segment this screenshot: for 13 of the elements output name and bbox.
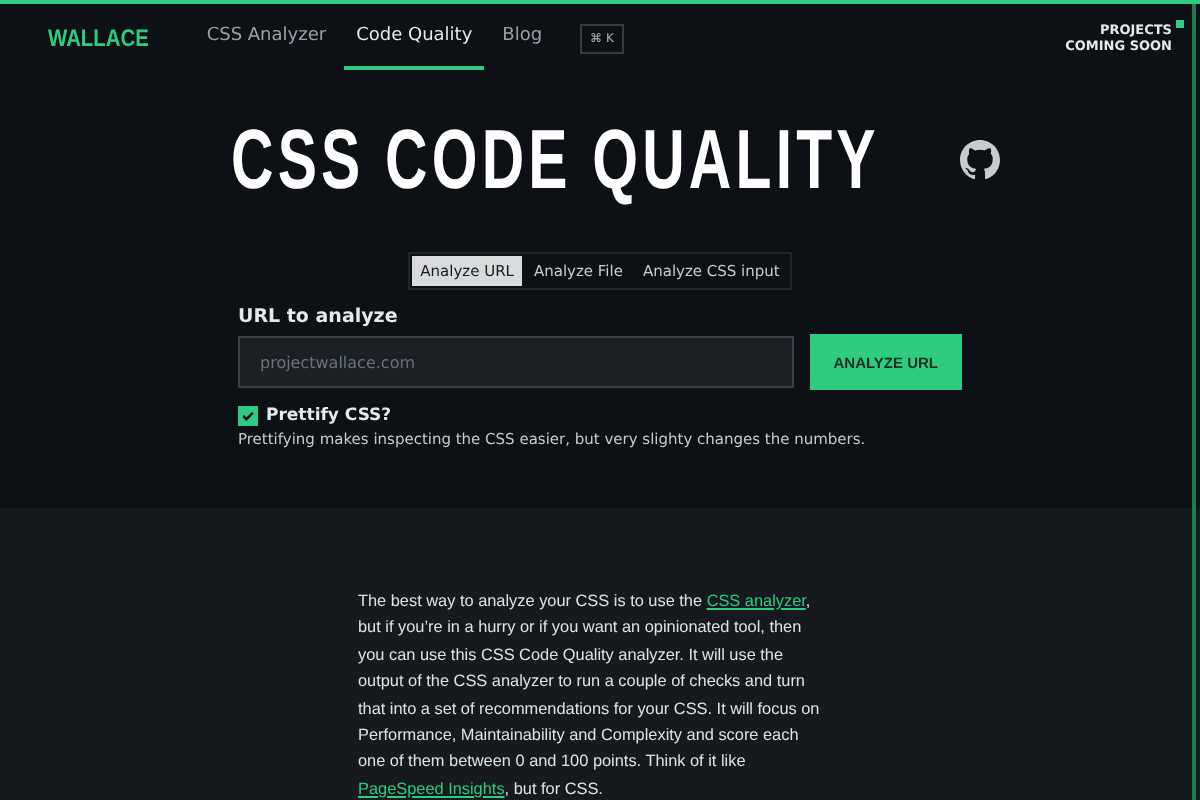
- intro-paragraph: The best way to analyze your CSS is to use the CSS analyzer, but if you’re in a hurry or if you want an opinionated tool, then you can use this CSS Code Quality analyzer. It will use the output of the CSS analyzer to run a couple of checks and turn that into a set of recommendations for your CSS. It will focus on Performance, Maintainability and Complexity and score each one of them between 0 and 100 points. Think of it like PageSpeed Insights, but for CSS.: [358, 590, 822, 800]
- github-icon[interactable]: [959, 140, 1000, 180]
- logo[interactable]: WALLACE: [48, 24, 149, 52]
- checkbox-label: Prettify CSS?: [266, 406, 392, 426]
- nav-link[interactable]: Blog: [490, 6, 555, 70]
- text-link[interactable]: PageSpeed Insights: [358, 779, 505, 798]
- checkbox[interactable]: [238, 406, 258, 426]
- url-input-field[interactable]: projectwallace.com: [238, 336, 794, 388]
- field-label: URL to analyze: [238, 306, 400, 328]
- page-title: CSS CODE QUALITY: [231, 112, 881, 208]
- nav-link[interactable]: Code Quality: [344, 6, 485, 70]
- nav-link[interactable]: CSS Analyzer: [194, 6, 339, 70]
- text-link[interactable]: CSS analyzer: [706, 592, 806, 610]
